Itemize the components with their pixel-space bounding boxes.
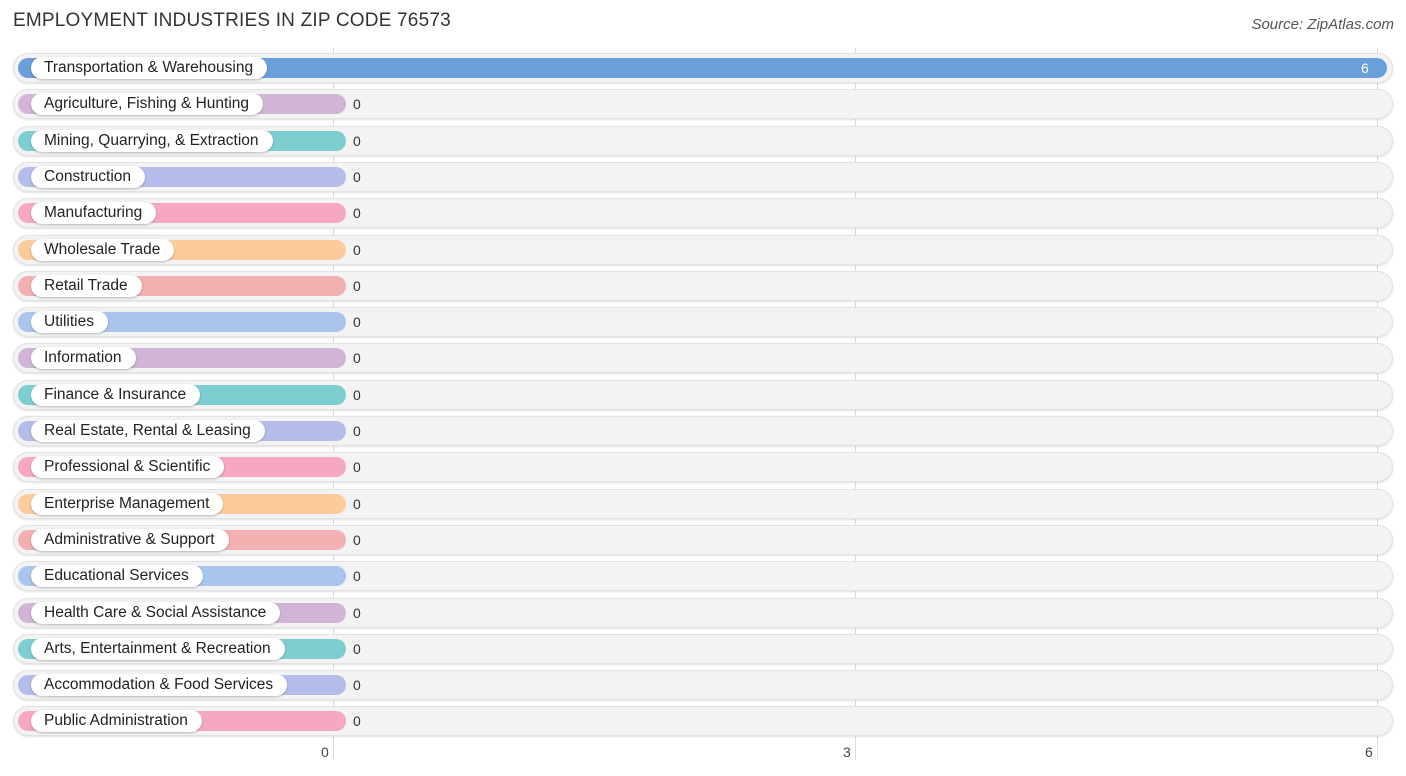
value-label: 0 [353, 96, 361, 112]
bar-label: Retail Trade [31, 275, 142, 297]
x-tick-label: 0 [321, 744, 329, 760]
bar-label: Administrative & Support [31, 529, 229, 551]
value-label: 0 [353, 242, 361, 258]
bar-label: Health Care & Social Assistance [31, 602, 281, 624]
value-label: 0 [353, 387, 361, 403]
value-label: 0 [353, 532, 361, 548]
bar-label: Construction [31, 166, 146, 188]
bar-label: Accommodation & Food Services [31, 674, 288, 696]
bar-label: Mining, Quarrying, & Extraction [31, 130, 273, 152]
bar-label: Real Estate, Rental & Leasing [31, 420, 265, 442]
value-label: 0 [353, 314, 361, 330]
value-label: 0 [353, 278, 361, 294]
value-label: 0 [353, 568, 361, 584]
bar-label: Utilities [31, 311, 108, 333]
value-label: 0 [353, 169, 361, 185]
x-tick-label: 6 [1365, 744, 1373, 760]
bar-label: Finance & Insurance [31, 384, 201, 406]
value-label: 0 [353, 605, 361, 621]
value-label: 0 [353, 350, 361, 366]
bar-label: Educational Services [31, 565, 203, 587]
x-tick-label: 3 [843, 744, 851, 760]
bar-label: Public Administration [31, 710, 202, 732]
value-label: 0 [353, 205, 361, 221]
bar-label: Agriculture, Fishing & Hunting [31, 93, 264, 115]
bar-chart: Transportation & Warehousing 6 Agriculture… [0, 0, 1406, 776]
bar-label: Enterprise Management [31, 493, 224, 515]
value-label: 0 [353, 496, 361, 512]
value-label: 0 [353, 423, 361, 439]
bar-label: Professional & Scientific [31, 456, 225, 478]
bar-label: Information [31, 347, 136, 369]
value-label: 0 [353, 133, 361, 149]
bar-label: Wholesale Trade [31, 239, 175, 261]
value-label: 0 [353, 677, 361, 693]
value-label: 6 [1361, 60, 1369, 76]
value-label: 0 [353, 459, 361, 475]
bar-label: Transportation & Warehousing [31, 57, 268, 79]
bar-label: Arts, Entertainment & Recreation [31, 638, 285, 660]
value-label: 0 [353, 713, 361, 729]
bar-label: Manufacturing [31, 202, 157, 224]
value-label: 0 [353, 641, 361, 657]
